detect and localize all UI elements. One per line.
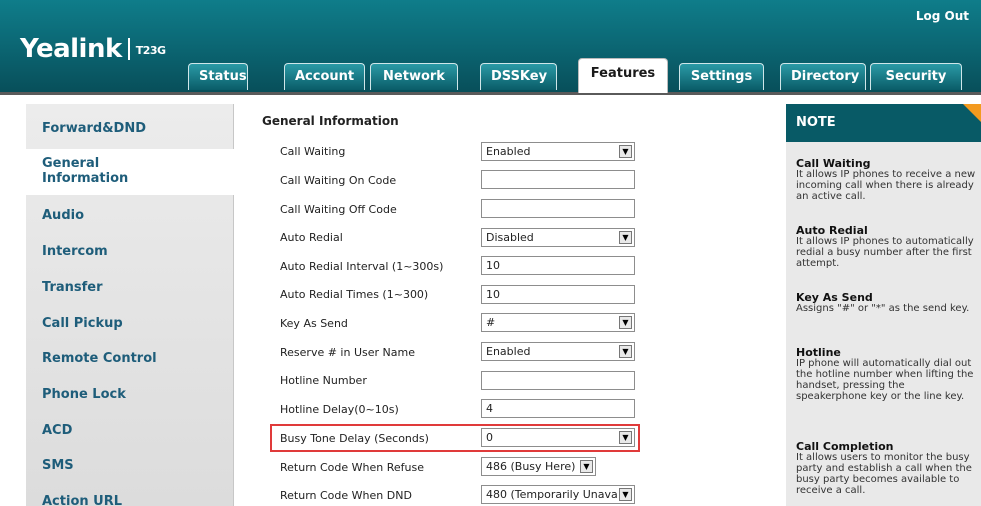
busy-tone-delay-select[interactable]: 0 ▼	[481, 428, 635, 447]
logout-link[interactable]: Log Out	[916, 9, 969, 23]
note-key-as-send: Key As Send Assigns "#" or "*" as the se…	[796, 292, 976, 314]
chevron-down-icon: ▼	[619, 231, 632, 244]
reserve-hash-select[interactable]: Enabled ▼	[481, 342, 635, 361]
label-return-code-dnd: Return Code When DND	[280, 489, 412, 502]
tab-dsskey[interactable]: DSSKey	[480, 63, 557, 90]
note-text: It allows IP phones to receive a new inc…	[796, 169, 976, 202]
label-hotline-number: Hotline Number	[280, 374, 367, 387]
label-reserve-hash: Reserve # in User Name	[280, 346, 415, 359]
brand-logo: Yealink T23G	[20, 34, 166, 64]
tab-status[interactable]: Status	[188, 63, 248, 90]
note-text: Assigns "#" or "*" as the send key.	[796, 303, 970, 314]
hotline-delay-input[interactable]: 4	[481, 399, 635, 418]
chevron-down-icon: ▼	[619, 488, 632, 501]
note-title: Call Waiting	[796, 157, 871, 170]
note-text: IP phone will automatically dial out the…	[796, 358, 974, 402]
call-waiting-on-code-input[interactable]	[481, 170, 635, 189]
sidebar-item-forward-dnd[interactable]: Forward&DND	[42, 121, 146, 136]
sidebar-item-acd[interactable]: ACD	[42, 423, 72, 438]
label-auto-redial-interval: Auto Redial Interval (1~300s)	[280, 260, 444, 273]
note-call-waiting: Call Waiting It allows IP phones to rece…	[796, 158, 976, 202]
note-auto-redial: Auto Redial It allows IP phones to autom…	[796, 225, 976, 269]
note-title: Key As Send	[796, 291, 873, 304]
label-auto-redial: Auto Redial	[280, 231, 343, 244]
note-title: Hotline	[796, 346, 841, 359]
sidebar-item-audio[interactable]: Audio	[42, 208, 84, 223]
label-auto-redial-times: Auto Redial Times (1~300)	[280, 288, 429, 301]
note-text: It allows IP phones to automatically red…	[796, 236, 974, 269]
chevron-down-icon: ▼	[619, 431, 632, 444]
chevron-down-icon: ▼	[580, 460, 593, 473]
sidebar: Forward&DND General Information Audio In…	[26, 104, 234, 506]
sidebar-item-call-pickup[interactable]: Call Pickup	[42, 316, 123, 331]
sidebar-item-sms[interactable]: SMS	[42, 458, 74, 473]
auto-redial-select[interactable]: Disabled ▼	[481, 228, 635, 247]
label-call-waiting-off-code: Call Waiting Off Code	[280, 203, 397, 216]
tab-settings[interactable]: Settings	[679, 63, 764, 90]
hotline-number-input[interactable]	[481, 371, 635, 390]
sidebar-item-general-information[interactable]: General Information	[42, 156, 142, 186]
tab-directory[interactable]: Directory	[780, 63, 866, 90]
tab-security[interactable]: Security	[870, 63, 962, 90]
note-heading: NOTE	[786, 104, 981, 142]
note-text: It allows users to monitor the busy part…	[796, 452, 972, 496]
note-corner-decoration	[963, 104, 981, 122]
chevron-down-icon: ▼	[619, 345, 632, 358]
tab-features[interactable]: Features	[578, 58, 668, 93]
return-code-refuse-select[interactable]: 486 (Busy Here) ▼	[481, 457, 596, 476]
tab-network[interactable]: Network	[370, 63, 458, 90]
header-bar: Yealink T23G Log Out Status Account Netwo…	[0, 0, 981, 95]
label-call-waiting-on-code: Call Waiting On Code	[280, 174, 397, 187]
settings-form: General Information Call Waiting Enabled…	[234, 104, 779, 506]
sidebar-item-intercom[interactable]: Intercom	[42, 244, 108, 259]
label-busy-tone-delay: Busy Tone Delay (Seconds)	[280, 432, 429, 445]
label-call-waiting: Call Waiting	[280, 145, 346, 158]
label-key-as-send: Key As Send	[280, 317, 348, 330]
sidebar-item-remote-control[interactable]: Remote Control	[42, 351, 157, 366]
chevron-down-icon: ▼	[619, 145, 632, 158]
section-title: General Information	[262, 114, 399, 128]
sidebar-item-action-url[interactable]: Action URL	[42, 494, 122, 506]
note-call-completion: Call Completion It allows users to monit…	[796, 441, 976, 496]
tab-account[interactable]: Account	[284, 63, 365, 90]
chevron-down-icon: ▼	[619, 316, 632, 329]
label-hotline-delay: Hotline Delay(0~10s)	[280, 403, 399, 416]
call-waiting-select[interactable]: Enabled ▼	[481, 142, 635, 161]
key-as-send-select[interactable]: # ▼	[481, 313, 635, 332]
return-code-dnd-select[interactable]: 480 (Temporarily Unava ▼	[481, 485, 635, 504]
call-waiting-off-code-input[interactable]	[481, 199, 635, 218]
auto-redial-interval-input[interactable]: 10	[481, 256, 635, 275]
label-return-code-refuse: Return Code When Refuse	[280, 461, 424, 474]
note-title: Call Completion	[796, 440, 894, 453]
note-hotline: Hotline IP phone will automatically dial…	[796, 347, 976, 402]
note-panel: NOTE Call Waiting It allows IP phones to…	[786, 104, 981, 506]
sidebar-item-transfer[interactable]: Transfer	[42, 280, 103, 295]
sidebar-item-phone-lock[interactable]: Phone Lock	[42, 387, 126, 402]
auto-redial-times-input[interactable]: 10	[481, 285, 635, 304]
note-title: Auto Redial	[796, 224, 868, 237]
